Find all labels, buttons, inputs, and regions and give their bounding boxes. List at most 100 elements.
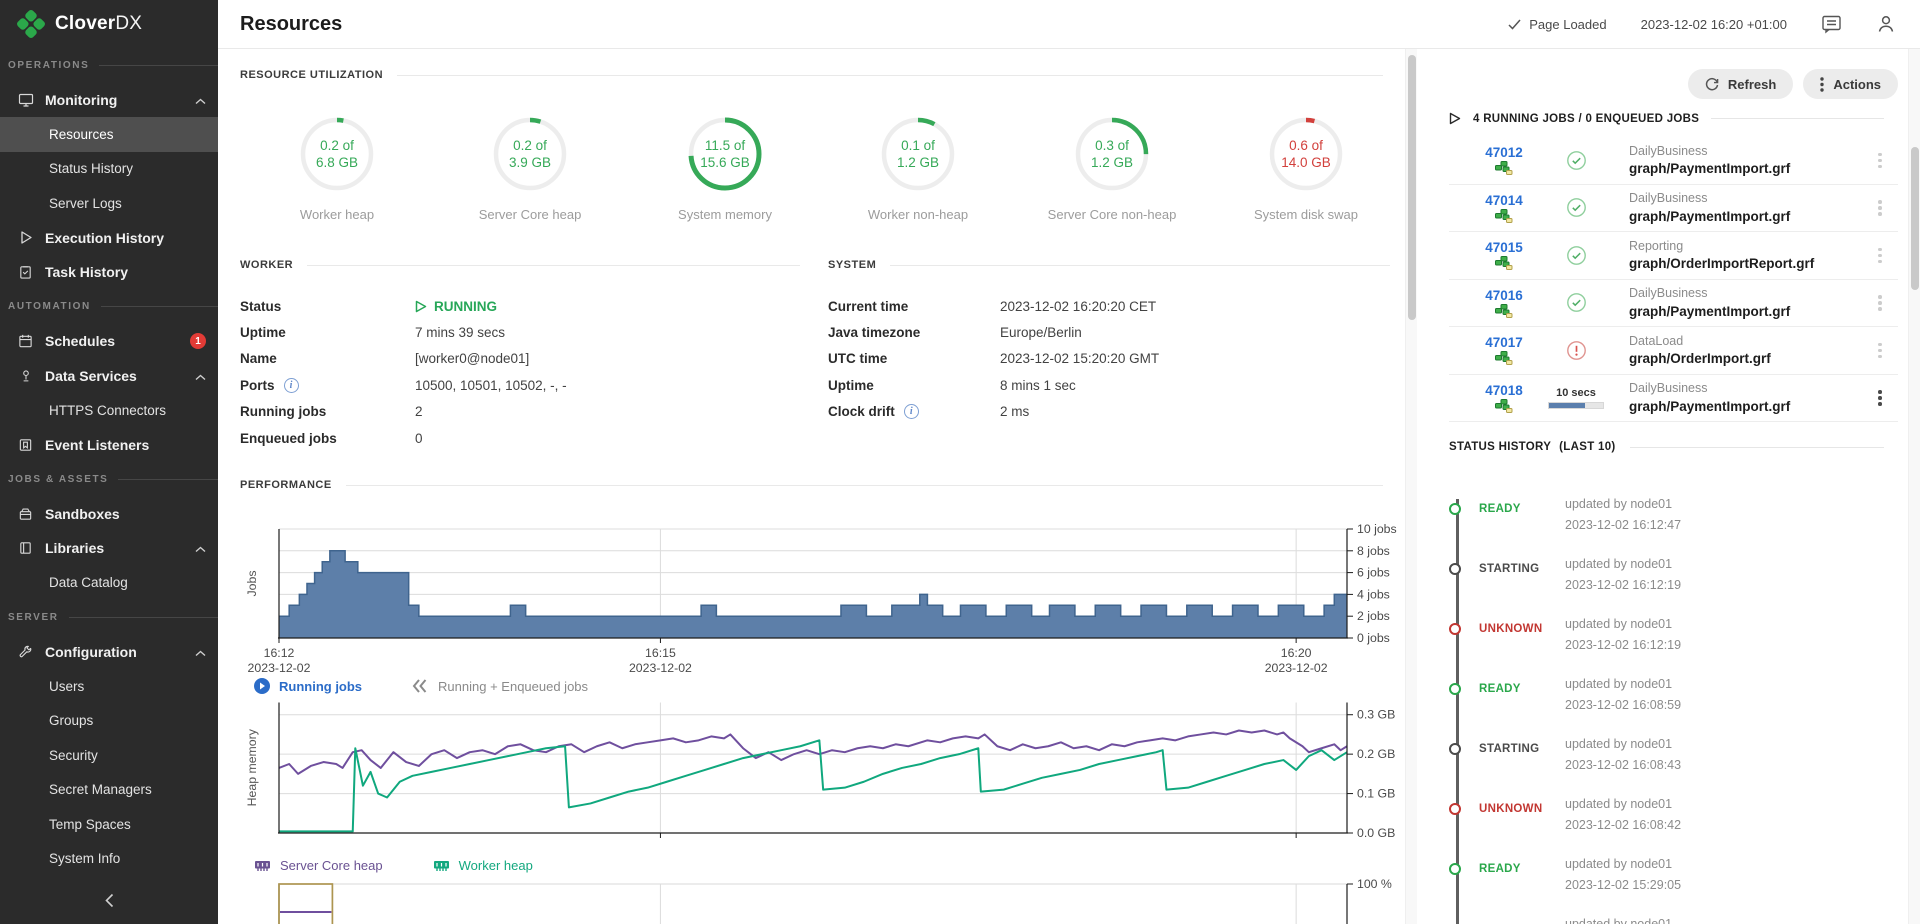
sidebar-item-task-history[interactable]: Task History	[0, 255, 218, 290]
nav-section-jobs-assets: JOBS & ASSETS	[0, 462, 218, 497]
job-menu-button[interactable]	[1862, 200, 1898, 216]
actions-button[interactable]: Actions	[1803, 69, 1898, 99]
legend-running-jobs[interactable]: Running jobs	[254, 678, 362, 694]
schedules-badge: 1	[190, 333, 206, 349]
main-scrollbar	[1405, 49, 1417, 924]
running-jobs-header[interactable]: 4 RUNNING JOBS / 0 ENQUEUED JOBS	[1449, 112, 1884, 125]
sidebar-item-security[interactable]: Security	[0, 738, 218, 773]
ports-info-icon[interactable]: i	[284, 378, 299, 393]
job-id-link[interactable]: 47014	[1485, 193, 1523, 208]
job-id-link[interactable]: 47016	[1485, 288, 1523, 303]
chevron-up-icon	[195, 540, 206, 556]
running-play-icon	[415, 300, 427, 313]
clock-drift-info-icon[interactable]: i	[904, 404, 919, 419]
sidebar-item-configuration[interactable]: Configuration	[0, 635, 218, 670]
running-jobs-list: 47012 DailyBusinessgraph/PaymentImport.g…	[1449, 137, 1898, 422]
job-status-icon	[1541, 246, 1611, 265]
system-current-time-value: 2023-12-02 16:20:20 CET	[1000, 293, 1390, 319]
system-java-timezone-value: Europe/Berlin	[1000, 319, 1390, 345]
check-icon	[1508, 19, 1521, 30]
cloverdx-logo[interactable]: CloverDX	[0, 0, 218, 48]
panel-scrollbar	[1908, 49, 1920, 924]
status-history-header: STATUS HISTORY(LAST 10)	[1449, 441, 1884, 453]
bookmark-icon	[17, 436, 34, 453]
sidebar-item-secret-managers[interactable]: Secret Managers	[0, 773, 218, 808]
sidebar-item-monitoring[interactable]: Monitoring	[0, 83, 218, 118]
nav-section-operations: OPERATIONS	[0, 48, 218, 83]
sidebar-item-sandboxes[interactable]: Sandboxes	[0, 497, 218, 532]
worker-uptime-value: 7 mins 39 secs	[415, 319, 800, 345]
sidebar-collapse-button[interactable]	[0, 885, 218, 916]
sidebar-item-libraries[interactable]: Libraries	[0, 531, 218, 566]
sidebar-item-schedules[interactable]: Schedules 1	[0, 324, 218, 359]
book-icon	[17, 540, 34, 557]
sidebar-item-event-listeners[interactable]: Event Listeners	[0, 428, 218, 463]
job-menu-button[interactable]	[1862, 390, 1898, 406]
sidebar-item-temp-spaces[interactable]: Temp Spaces	[0, 807, 218, 842]
worker-status-value: RUNNING	[415, 299, 497, 314]
legend-server-core-heap[interactable]: Server Core heap	[254, 858, 383, 873]
user-icon[interactable]	[1876, 14, 1896, 34]
sidebar-item-server-logs[interactable]: Server Logs	[0, 186, 218, 221]
sidebar-item-resources[interactable]: Resources	[0, 117, 218, 152]
main-scrollbar-thumb[interactable]	[1408, 55, 1416, 320]
cloverdx-app: CloverDX OPERATIONS Monitoring Resources…	[0, 0, 1920, 924]
job-id-link[interactable]: 47017	[1485, 335, 1523, 350]
job-progress: 10 secs	[1541, 387, 1611, 409]
status-history-item: STARTING updated by node012023-12-02 16:…	[1449, 557, 1884, 617]
job-menu-button[interactable]	[1862, 153, 1898, 169]
svg-text:16:15: 16:15	[645, 646, 676, 660]
job-row: 47012 DailyBusinessgraph/PaymentImport.g…	[1449, 137, 1898, 185]
sidebar-item-groups[interactable]: Groups	[0, 704, 218, 739]
system-header: SYSTEM	[828, 259, 1390, 271]
job-row: 47014 DailyBusinessgraph/PaymentImport.g…	[1449, 185, 1898, 233]
svg-text:Jobs: Jobs	[245, 571, 259, 597]
play-icon	[17, 229, 34, 246]
worker-enqueued-jobs-value: 0	[415, 425, 800, 451]
svg-text:10 jobs: 10 jobs	[1357, 522, 1397, 536]
gauge-server-core-non-heap: 0.3 of1.2 GB Server Core non-heap	[1032, 116, 1192, 222]
nav-section-server: SERVER	[0, 600, 218, 635]
heap-memory-chart: 0.0 GB0.1 GB0.2 GB0.3 GBHeap memory	[232, 689, 1405, 851]
graph-icon	[1495, 161, 1513, 175]
graph-icon	[1495, 209, 1513, 223]
job-menu-button[interactable]	[1862, 343, 1898, 359]
running-jobs-chart: 0 jobs2 jobs4 jobs6 jobs8 jobs10 jobs16:…	[232, 516, 1405, 674]
graph-icon	[1495, 304, 1513, 318]
calendar-icon	[17, 333, 34, 350]
job-id-link[interactable]: 47018	[1485, 383, 1523, 398]
graph-icon	[1495, 256, 1513, 270]
sidebar-item-status-history[interactable]: Status History	[0, 152, 218, 187]
job-id-link[interactable]: 47015	[1485, 240, 1523, 255]
chevron-up-icon	[195, 368, 206, 384]
sidebar-item-data-services[interactable]: Data Services	[0, 359, 218, 394]
job-id-link[interactable]: 47012	[1485, 145, 1523, 160]
topbar: Resources Page Loaded 2023-12-02 16:20 +…	[218, 0, 1920, 49]
job-menu-button[interactable]	[1862, 295, 1898, 311]
resources-main: RESOURCE UTILIZATION 0.2 of6.8 GB Worker…	[218, 49, 1405, 924]
pin-icon	[17, 367, 34, 384]
legend-worker-heap[interactable]: Worker heap	[433, 858, 533, 873]
status-history-item: READY updated by node012023-12-02 16:08:…	[1449, 677, 1884, 737]
status-dot-icon	[1449, 803, 1461, 815]
panel-scrollbar-thumb[interactable]	[1911, 147, 1919, 290]
feedback-icon[interactable]	[1821, 14, 1842, 34]
sidebar-item-users[interactable]: Users	[0, 669, 218, 704]
sidebar-item-https-connectors[interactable]: HTTPS Connectors	[0, 393, 218, 428]
svg-text:2023-12-02: 2023-12-02	[1265, 661, 1328, 674]
worker-ports-value: 10500, 10501, 10502, -, -	[415, 372, 800, 398]
sidebar-item-data-catalog[interactable]: Data Catalog	[0, 566, 218, 601]
status-history-item: UNKNOWN updated by node012023-12-02 16:1…	[1449, 617, 1884, 677]
svg-text:2023-12-02: 2023-12-02	[248, 661, 311, 674]
jobs-panel: Refresh Actions 4 RUNNING JOBS / 0 ENQUE…	[1417, 49, 1908, 924]
job-menu-button[interactable]	[1862, 248, 1898, 264]
svg-text:2 jobs: 2 jobs	[1357, 609, 1390, 623]
refresh-button[interactable]: Refresh	[1688, 69, 1793, 99]
job-status-icon	[1541, 341, 1611, 360]
legend-running-enqueued-jobs[interactable]: Running + Enqueued jobs	[412, 679, 588, 694]
worker-status-label: Status	[240, 293, 415, 319]
sidebar-item-execution-history[interactable]: Execution History	[0, 221, 218, 256]
worker-header: WORKER	[240, 259, 800, 271]
sidebar-item-system-info[interactable]: System Info	[0, 842, 218, 877]
status-history-list: READY updated by node012023-12-02 16:12:…	[1449, 497, 1884, 924]
